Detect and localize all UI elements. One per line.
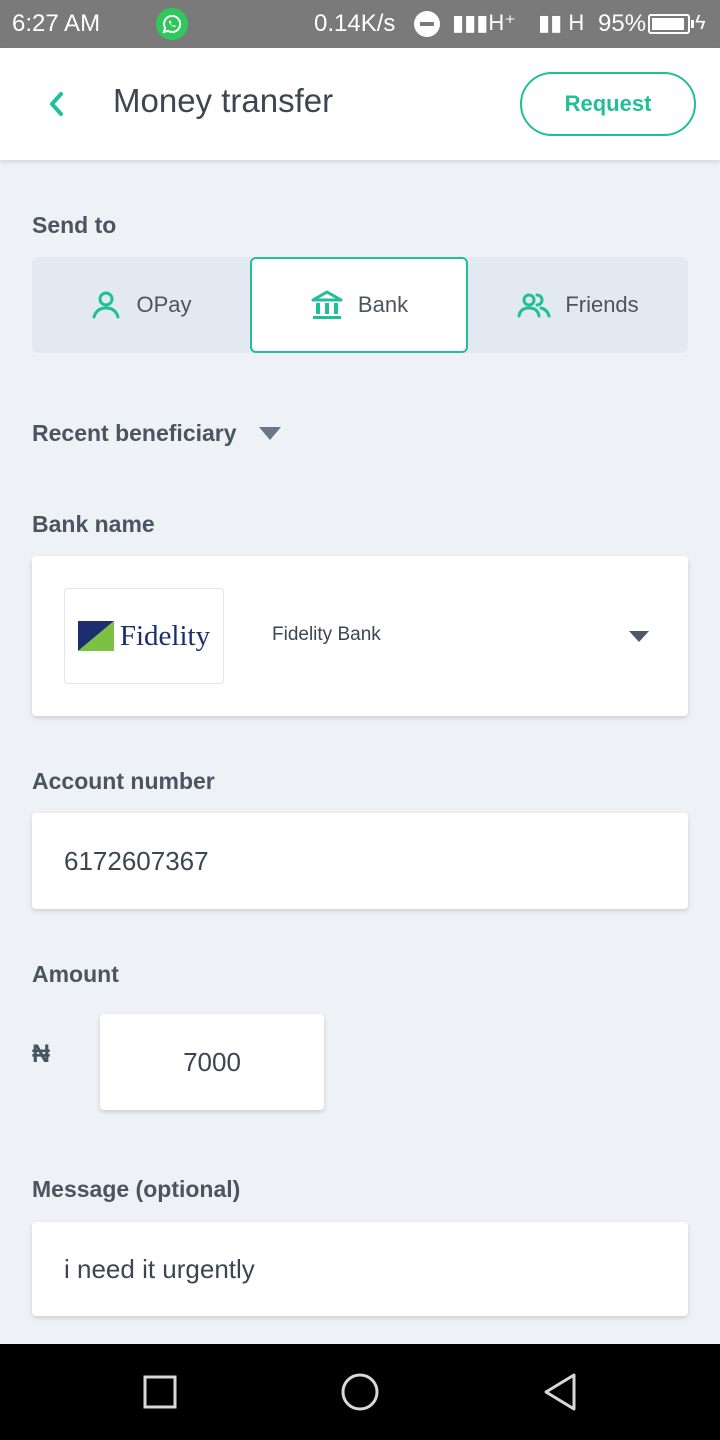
battery-percent: 95% — [598, 10, 647, 37]
home-button[interactable] — [332, 1364, 388, 1420]
account-number-input[interactable] — [64, 841, 624, 881]
tab-friends-label: Friends — [565, 292, 639, 317]
account-number-label: Account number — [32, 768, 215, 794]
bank-logo-text: Fidelity — [119, 619, 211, 652]
fidelity-logo-mark — [77, 621, 114, 651]
bank-icon — [310, 289, 344, 321]
bank-name-label: Bank name — [32, 511, 155, 537]
recents-button[interactable] — [132, 1364, 188, 1420]
network-type-1: H⁺ — [488, 10, 516, 35]
caret-down-icon — [258, 427, 281, 440]
network-type-2: H — [568, 10, 585, 35]
request-button[interactable]: Request — [520, 72, 696, 136]
square-icon — [143, 1375, 177, 1409]
status-time: 6:27 AM — [12, 10, 101, 37]
charging-icon: ϟ — [695, 12, 706, 34]
tab-bank[interactable]: Bank — [250, 257, 468, 353]
recent-beneficiary-label: Recent beneficiary — [32, 420, 237, 446]
circle-icon — [341, 1373, 379, 1411]
bank-select[interactable]: Fidelity Fidelity Bank — [32, 556, 688, 716]
whatsapp-icon — [156, 8, 188, 40]
status-bar: 6:27 AM 0.14K/s ▮▮▮H⁺ ▮▮ H 95% ϟ — [0, 0, 720, 48]
system-nav-bar — [0, 1344, 720, 1440]
app-bar: Money transfer Request — [0, 48, 720, 160]
signal-icon-sim1: ▮▮▮H⁺ — [452, 10, 516, 35]
tab-bank-label: Bank — [357, 292, 409, 317]
back-nav-button[interactable] — [532, 1364, 588, 1420]
tab-opay[interactable]: OPay — [32, 257, 250, 353]
message-label: Message (optional) — [32, 1176, 241, 1202]
bank-logo: Fidelity — [64, 588, 224, 684]
send-to-selector: OPay Bank Friends — [32, 257, 688, 353]
amount-card — [100, 1014, 324, 1110]
message-card — [32, 1222, 688, 1316]
amount-input[interactable] — [100, 1042, 324, 1082]
triangle-back-icon — [544, 1373, 576, 1411]
signal-icon-sim2: ▮▮ H — [538, 10, 585, 35]
friends-icon — [517, 289, 551, 321]
tab-friends[interactable]: Friends — [468, 257, 688, 353]
chevron-left-icon — [50, 92, 63, 116]
back-button[interactable] — [36, 78, 76, 130]
tab-opay-label: OPay — [136, 292, 192, 317]
account-number-card — [32, 813, 688, 909]
currency-symbol: ₦ — [32, 1040, 51, 1068]
message-input[interactable] — [64, 1249, 654, 1289]
battery-icon — [648, 14, 694, 34]
do-not-disturb-icon — [414, 11, 440, 37]
recent-beneficiary-toggle[interactable]: Recent beneficiary — [32, 420, 281, 447]
send-to-label: Send to — [32, 212, 117, 238]
amount-label: Amount — [32, 961, 119, 987]
dropdown-arrow-icon — [629, 631, 649, 642]
page-title: Money transfer — [113, 82, 334, 119]
person-icon — [90, 289, 122, 321]
net-speed: 0.14K/s — [314, 10, 396, 37]
bank-name-value: Fidelity Bank — [272, 624, 381, 645]
